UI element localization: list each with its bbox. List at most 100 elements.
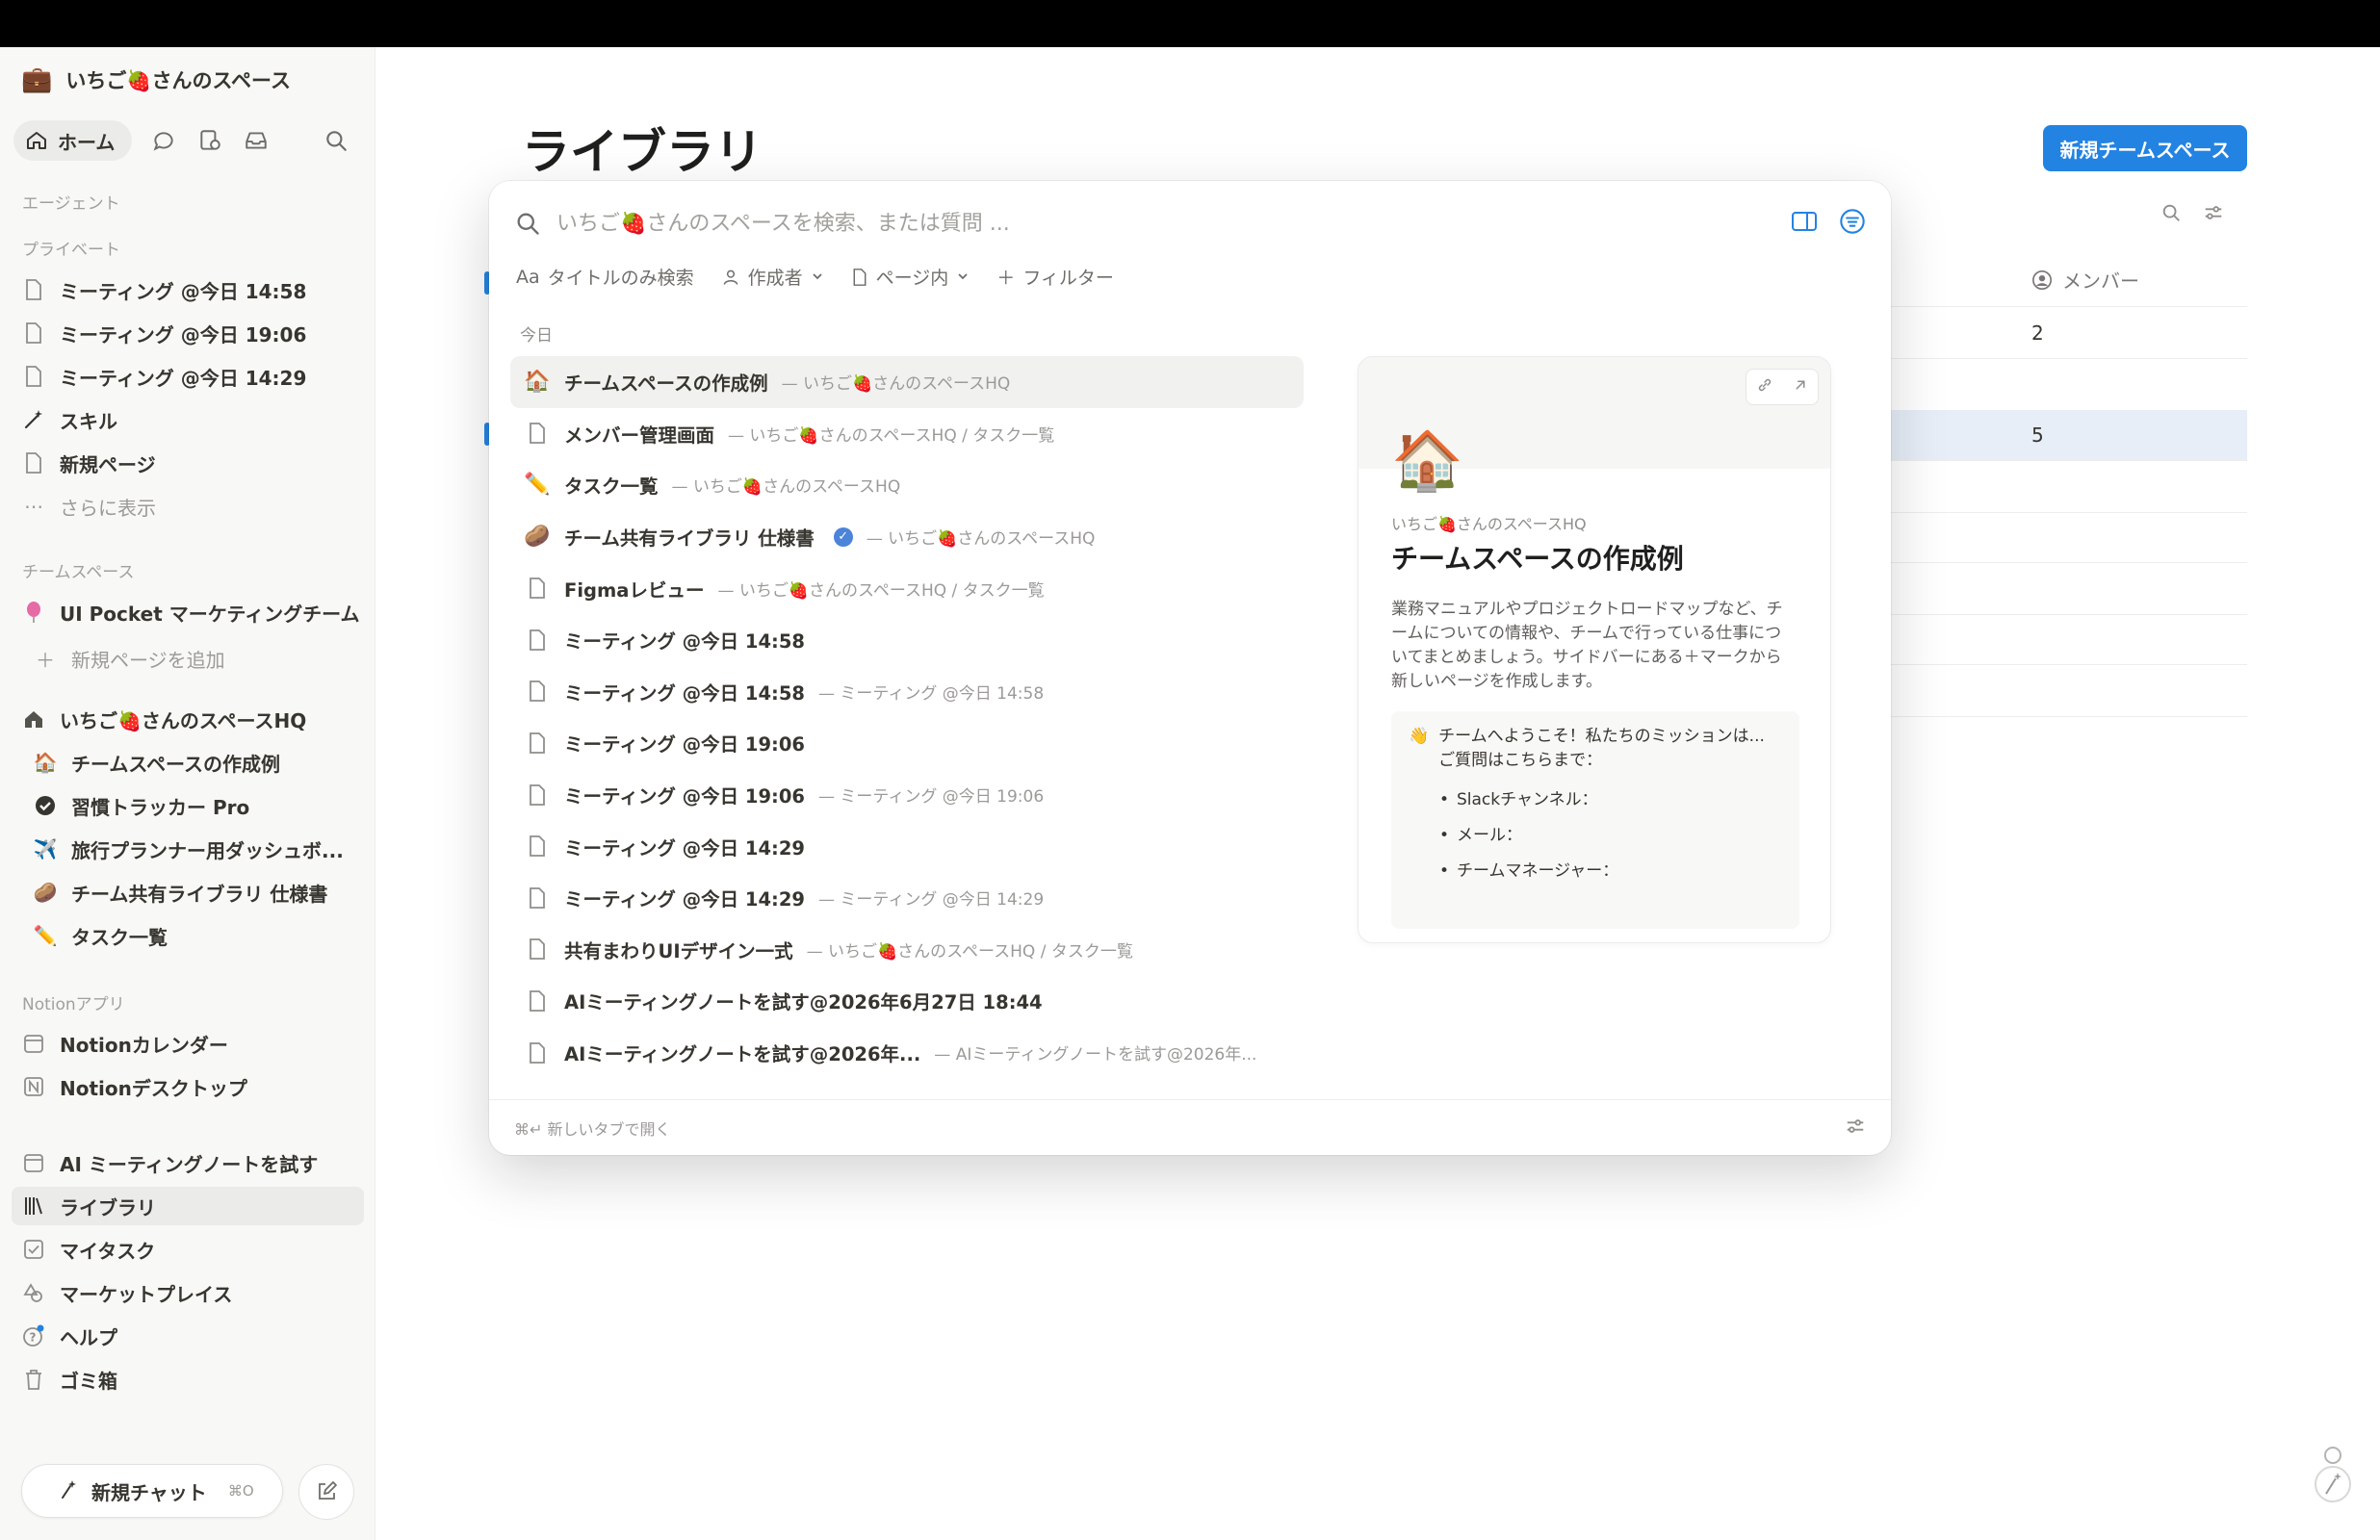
page-icon: [524, 988, 551, 1014]
sidebar-item-marketplace[interactable]: マーケットプレイス: [21, 1273, 364, 1312]
sidebar-item-ai-meeting[interactable]: AI ミーティングノートを試す: [21, 1143, 364, 1182]
settings-sliders-icon[interactable]: [2203, 202, 2224, 227]
filter-label: 作成者: [747, 268, 803, 289]
callout-subtext: ご質問はこちらまで：: [1438, 751, 1603, 770]
home-button[interactable]: ホーム: [13, 120, 133, 161]
page-icon: [524, 936, 551, 962]
sidebar-item-habit-tracker[interactable]: 習慣トラッカー Pro: [33, 786, 375, 825]
title-only-filter[interactable]: Aa タイトルのみ検索: [516, 264, 694, 290]
row-divider: [1887, 460, 2247, 461]
list-item: Slackチャンネル：: [1439, 783, 1782, 818]
search-result[interactable]: メンバー管理画面 — いちご🍓さんのスペースHQ / タスク一覧: [510, 408, 1304, 460]
in-page-filter[interactable]: ページ内: [851, 264, 970, 290]
sidebar-item-notion-desktop[interactable]: Notionデスクトップ: [21, 1067, 364, 1106]
sidebar-add-page[interactable]: ＋ 新規ページを追加: [33, 639, 375, 678]
search-result[interactable]: ミーティング @今日 14:29: [510, 820, 1304, 872]
table-row-highlight[interactable]: [1887, 410, 2247, 460]
result-path: — いちご🍓さんのスペースHQ / タスク一覧: [806, 941, 1133, 962]
members-column-label: メンバー: [2062, 270, 2139, 293]
sidebar-item-skills[interactable]: スキル: [21, 400, 364, 439]
magic-wand-icon: [21, 407, 46, 432]
search-result[interactable]: AIミーティングノートを試す@2026年6月27日 18:44: [510, 975, 1304, 1027]
search-icon[interactable]: [322, 126, 350, 155]
search-result[interactable]: ミーティング @今日 14:58: [510, 614, 1304, 666]
list-item: チームマネージャー：: [1439, 854, 1782, 889]
search-result[interactable]: ミーティング @今日 14:29 — ミーティング @今日 14:29: [510, 872, 1304, 924]
page-preview[interactable]: 🏠 いちご🍓さんのスペースHQ チームスペースの作成例 業務マニュアルやプロジェ…: [1358, 356, 1831, 943]
search-result[interactable]: Figmaレビュー — いちご🍓さんのスペースHQ / タスク一覧: [510, 562, 1304, 614]
sidebar-item-task-list[interactable]: ✏️ タスク一覧: [33, 916, 375, 955]
filter-circle-icon[interactable]: [1839, 208, 1866, 239]
plus-icon: ＋: [996, 268, 1016, 289]
sidebar-item-label: スキル: [60, 409, 117, 433]
filter-label: タイトルのみ検索: [547, 268, 694, 289]
page-icon: [524, 420, 551, 447]
sidebar-item-meeting-1906[interactable]: ミーティング @今日 19:06: [21, 314, 364, 352]
sidebar-item-teamspace-example[interactable]: 🏠 チームスペースの作成例: [33, 743, 375, 782]
search-input[interactable]: [556, 211, 1775, 236]
settings-sliders-icon[interactable]: [1845, 1116, 1866, 1141]
private-section-label: プライベート: [22, 241, 120, 260]
sidebar-item-shared-library[interactable]: 🥔 チーム共有ライブラリ 仕様書: [33, 873, 375, 911]
house-icon: [21, 706, 46, 732]
search-result[interactable]: ミーティング @今日 19:06 — ミーティング @今日 19:06: [510, 769, 1304, 821]
sidebar-item-notion-calendar[interactable]: Notionカレンダー: [21, 1024, 364, 1063]
result-title: ミーティング @今日 14:29: [564, 888, 805, 911]
workspace-switcher[interactable]: 💼 いちご🍓さんのスペース: [21, 63, 291, 97]
row-divider: [1887, 614, 2247, 615]
chat-icon[interactable]: [149, 126, 178, 155]
add-filter-button[interactable]: ＋ フィルター: [996, 264, 1114, 290]
inbox-icon[interactable]: [242, 126, 271, 155]
sidebar-show-more[interactable]: ⋯ さらに表示: [21, 487, 364, 526]
search-result[interactable]: AIミーティングノートを試す@2026年... — AIミーティングノートを試す…: [510, 1027, 1304, 1079]
search-icon[interactable]: [2160, 202, 2182, 227]
result-path: — ミーティング @今日 19:06: [817, 787, 1045, 808]
svg-text:?: ?: [30, 1331, 37, 1345]
potato-icon: 🥔: [33, 881, 58, 904]
members-column-header[interactable]: メンバー: [2031, 266, 2139, 294]
preview-page-icon: 🏠: [1391, 427, 1463, 495]
author-filter[interactable]: 作成者: [721, 264, 824, 290]
chevron-down-icon: [956, 267, 970, 288]
sidebar-item-new-page[interactable]: 新規ページ: [21, 444, 364, 482]
search-result[interactable]: 共有まわりUIデザイン一式 — いちご🍓さんのスペースHQ / タスク一覧: [510, 924, 1304, 976]
search-filters: Aa タイトルのみ検索 作成者 ページ内 ＋ フィルター: [516, 264, 1114, 290]
result-path: — ミーティング @今日 14:29: [817, 890, 1045, 911]
pencil-icon: ✏️: [524, 473, 551, 498]
sidebar-item-library[interactable]: ライブラリ: [12, 1187, 364, 1225]
callout-list: Slackチャンネル： メール： チームマネージャー：: [1409, 783, 1782, 889]
search-result[interactable]: ミーティング @今日 19:06: [510, 717, 1304, 769]
person-circle-icon: [2032, 270, 2052, 290]
search-result[interactable]: 🏠 チームスペースの作成例 — いちご🍓さんのスペースHQ: [510, 356, 1304, 408]
sidebar-item-trash[interactable]: ゴミ箱: [21, 1360, 364, 1399]
sidebar-item-meeting-1458[interactable]: ミーティング @今日 14:58: [21, 270, 364, 309]
search-result[interactable]: ✏️ タスク一覧 — いちご🍓さんのスペースHQ: [510, 459, 1304, 511]
sidebar-item-help[interactable]: ? ヘルプ: [21, 1317, 364, 1355]
split-view-icon[interactable]: [1791, 210, 1818, 237]
sidebar-item-meeting-1429[interactable]: ミーティング @今日 14:29: [21, 357, 364, 396]
sidebar-item-travel-planner[interactable]: ✈️ 旅行プランナー用ダッシュボ...: [33, 830, 375, 868]
new-chat-button[interactable]: 新規チャット ⌘O: [21, 1464, 283, 1518]
sidebar-item-label: UI Pocket マーケティングチーム: [60, 602, 360, 626]
result-title: 共有まわりUIデザイン一式: [564, 939, 793, 962]
link-icon[interactable]: [1756, 376, 1773, 398]
page-icon: [524, 627, 551, 654]
page-icon: [524, 730, 551, 757]
new-teamspace-button[interactable]: 新規チームスペース: [2043, 125, 2247, 171]
footer-hint: ⌘↵ 新しいタブで開く: [514, 1119, 671, 1139]
result-title: メンバー管理画面: [564, 424, 715, 447]
open-external-icon[interactable]: [1792, 376, 1809, 398]
search-result[interactable]: ミーティング @今日 14:58 — ミーティング @今日 14:58: [510, 666, 1304, 718]
balloon-icon: [21, 600, 46, 625]
assistant-mascot-icon[interactable]: [2311, 1442, 2355, 1505]
meeting-notes-icon[interactable]: [195, 126, 224, 155]
sidebar-item-hq[interactable]: いちご🍓さんのスペースHQ: [21, 700, 364, 738]
sidebar-item-ui-pocket[interactable]: UI Pocket マーケティングチーム: [21, 593, 364, 631]
result-path: — いちご🍓さんのスペースHQ: [781, 374, 1011, 395]
page-icon: [524, 782, 551, 808]
result-path: — いちご🍓さんのスペースHQ / タスク一覧: [717, 580, 1045, 601]
compose-button[interactable]: [298, 1464, 354, 1520]
search-result[interactable]: 🥔 チーム共有ライブラリ 仕様書 ✓ — いちご🍓さんのスペースHQ: [510, 511, 1304, 563]
sidebar-item-my-tasks[interactable]: マイタスク: [21, 1230, 364, 1269]
page-icon: [524, 1040, 551, 1066]
